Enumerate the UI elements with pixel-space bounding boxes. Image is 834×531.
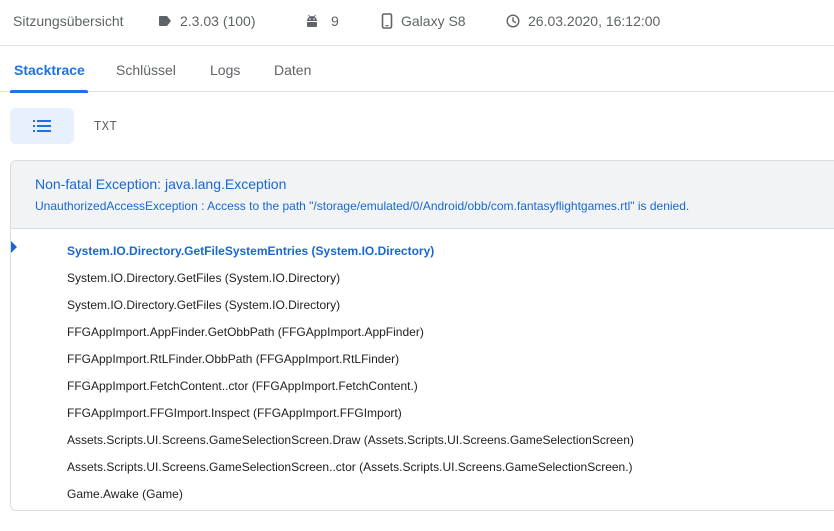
stack-frame[interactable]: Assets.Scripts.UI.Screens.GameSelectionS… bbox=[11, 453, 834, 480]
exception-message: UnauthorizedAccessException : Access to … bbox=[35, 199, 690, 213]
txt-view-button[interactable]: TXT bbox=[94, 119, 117, 133]
exception-title: Non-fatal Exception: java.lang.Exception bbox=[35, 176, 287, 192]
device-info: Galaxy S8 bbox=[381, 13, 466, 29]
device-value: Galaxy S8 bbox=[401, 13, 466, 29]
active-tab-indicator bbox=[10, 90, 88, 93]
view-toggle: TXT bbox=[10, 108, 117, 144]
tab-bar: Stacktrace Schlüssel Logs Daten bbox=[0, 45, 834, 93]
android-icon bbox=[307, 14, 317, 27]
stack-frames: System.IO.Directory.GetFileSystemEntries… bbox=[11, 229, 834, 507]
android-version: 9 bbox=[305, 13, 339, 29]
exception-header: Non-fatal Exception: java.lang.Exception… bbox=[11, 161, 834, 229]
stack-frame[interactable]: Assets.Scripts.UI.Screens.GameSelectionS… bbox=[11, 426, 834, 453]
stacktrace-panel: Non-fatal Exception: java.lang.Exception… bbox=[10, 160, 834, 511]
session-time: 26.03.2020, 16:12:00 bbox=[506, 13, 660, 29]
tab-keys[interactable]: Schlüssel bbox=[116, 62, 176, 78]
tab-logs[interactable]: Logs bbox=[210, 62, 240, 78]
list-icon bbox=[33, 120, 51, 132]
session-time-value: 26.03.2020, 16:12:00 bbox=[528, 13, 661, 29]
smartphone-icon bbox=[381, 13, 393, 29]
tab-stacktrace[interactable]: Stacktrace bbox=[14, 62, 85, 78]
session-header: Sitzungsübersicht 2.3.03 (100) 9 Galaxy … bbox=[0, 0, 834, 44]
stack-frame[interactable]: System.IO.Directory.GetFileSystemEntries… bbox=[11, 237, 834, 264]
stack-frame[interactable]: System.IO.Directory.GetFiles (System.IO.… bbox=[11, 264, 834, 291]
stack-frame[interactable]: FFGAppImport.FFGImport.Inspect (FFGAppIm… bbox=[11, 399, 834, 426]
stack-frame[interactable]: FFGAppImport.AppFinder.GetObbPath (FFGAp… bbox=[11, 318, 834, 345]
stack-frame[interactable]: Game.Awake (Game) bbox=[11, 480, 834, 507]
session-title: Sitzungsübersicht bbox=[13, 13, 124, 29]
stack-frame[interactable]: System.IO.Directory.GetFiles (System.IO.… bbox=[11, 291, 834, 318]
clock-icon bbox=[506, 14, 520, 28]
tab-data[interactable]: Daten bbox=[274, 62, 311, 78]
app-version: 2.3.03 (100) bbox=[158, 13, 256, 29]
list-view-button[interactable] bbox=[10, 108, 74, 144]
stack-frame[interactable]: FFGAppImport.RtLFinder.ObbPath (FFGAppIm… bbox=[11, 345, 834, 372]
active-frame-marker-icon bbox=[11, 241, 17, 253]
app-version-value: 2.3.03 (100) bbox=[180, 13, 256, 29]
stack-frame[interactable]: FFGAppImport.FetchContent..ctor (FFGAppI… bbox=[11, 372, 834, 399]
android-version-value: 9 bbox=[331, 13, 339, 29]
label-tag-icon bbox=[159, 16, 171, 26]
